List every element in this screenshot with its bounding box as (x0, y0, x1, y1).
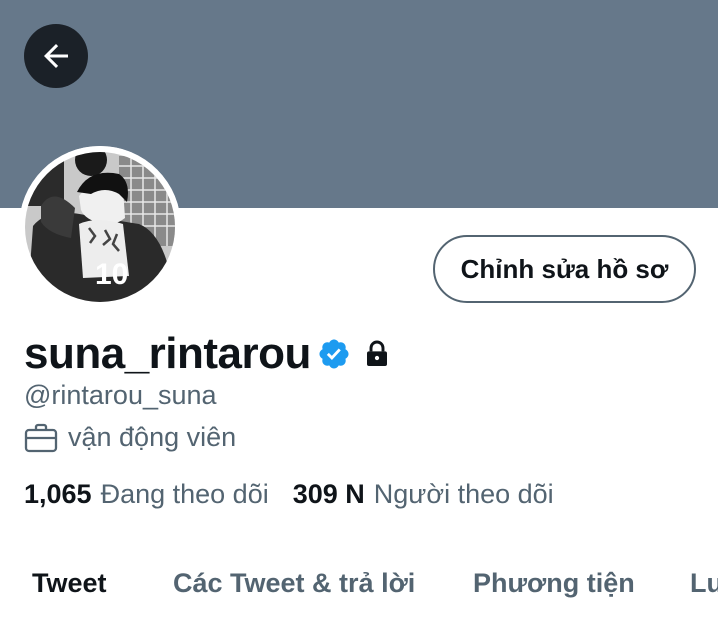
profile-avatar[interactable]: 10 (19, 146, 181, 308)
follow-stats: 1,065 Đang theo dõi 309 N Người theo dõi (24, 479, 554, 510)
svg-text:10: 10 (95, 258, 128, 291)
profile-bio: vận động viên (24, 422, 236, 453)
tab-tweets-replies[interactable]: Các Tweet & trả lời (173, 568, 415, 599)
followers-count: 309 N (292, 479, 365, 509)
edit-profile-button[interactable]: Chỉnh sửa hồ sơ (433, 235, 696, 303)
verified-badge-icon[interactable] (317, 337, 351, 371)
followers-link[interactable]: 309 N Người theo dõi (293, 479, 554, 510)
arrow-left-icon (44, 44, 68, 68)
tab-likes[interactable]: Lu (690, 568, 718, 599)
followers-label: Người theo dõi (373, 479, 554, 509)
lock-icon (361, 338, 393, 370)
back-button[interactable] (24, 24, 88, 88)
following-label: Đang theo dõi (100, 479, 269, 509)
following-count: 1,065 (24, 479, 92, 509)
bio-text: vận động viên (68, 422, 237, 452)
profile-name-row: suna_rintarou (24, 326, 393, 382)
following-link[interactable]: 1,065 Đang theo dõi (24, 479, 269, 510)
user-handle: @rintarou_suna (24, 380, 217, 410)
display-name: suna_rintarou (24, 329, 311, 378)
tab-media[interactable]: Phương tiện (473, 568, 635, 599)
profile-tabs: Tweet Các Tweet & trả lời Phương tiện Lu (0, 568, 718, 614)
tab-tweets[interactable]: Tweet (32, 568, 107, 599)
briefcase-icon (24, 423, 58, 453)
